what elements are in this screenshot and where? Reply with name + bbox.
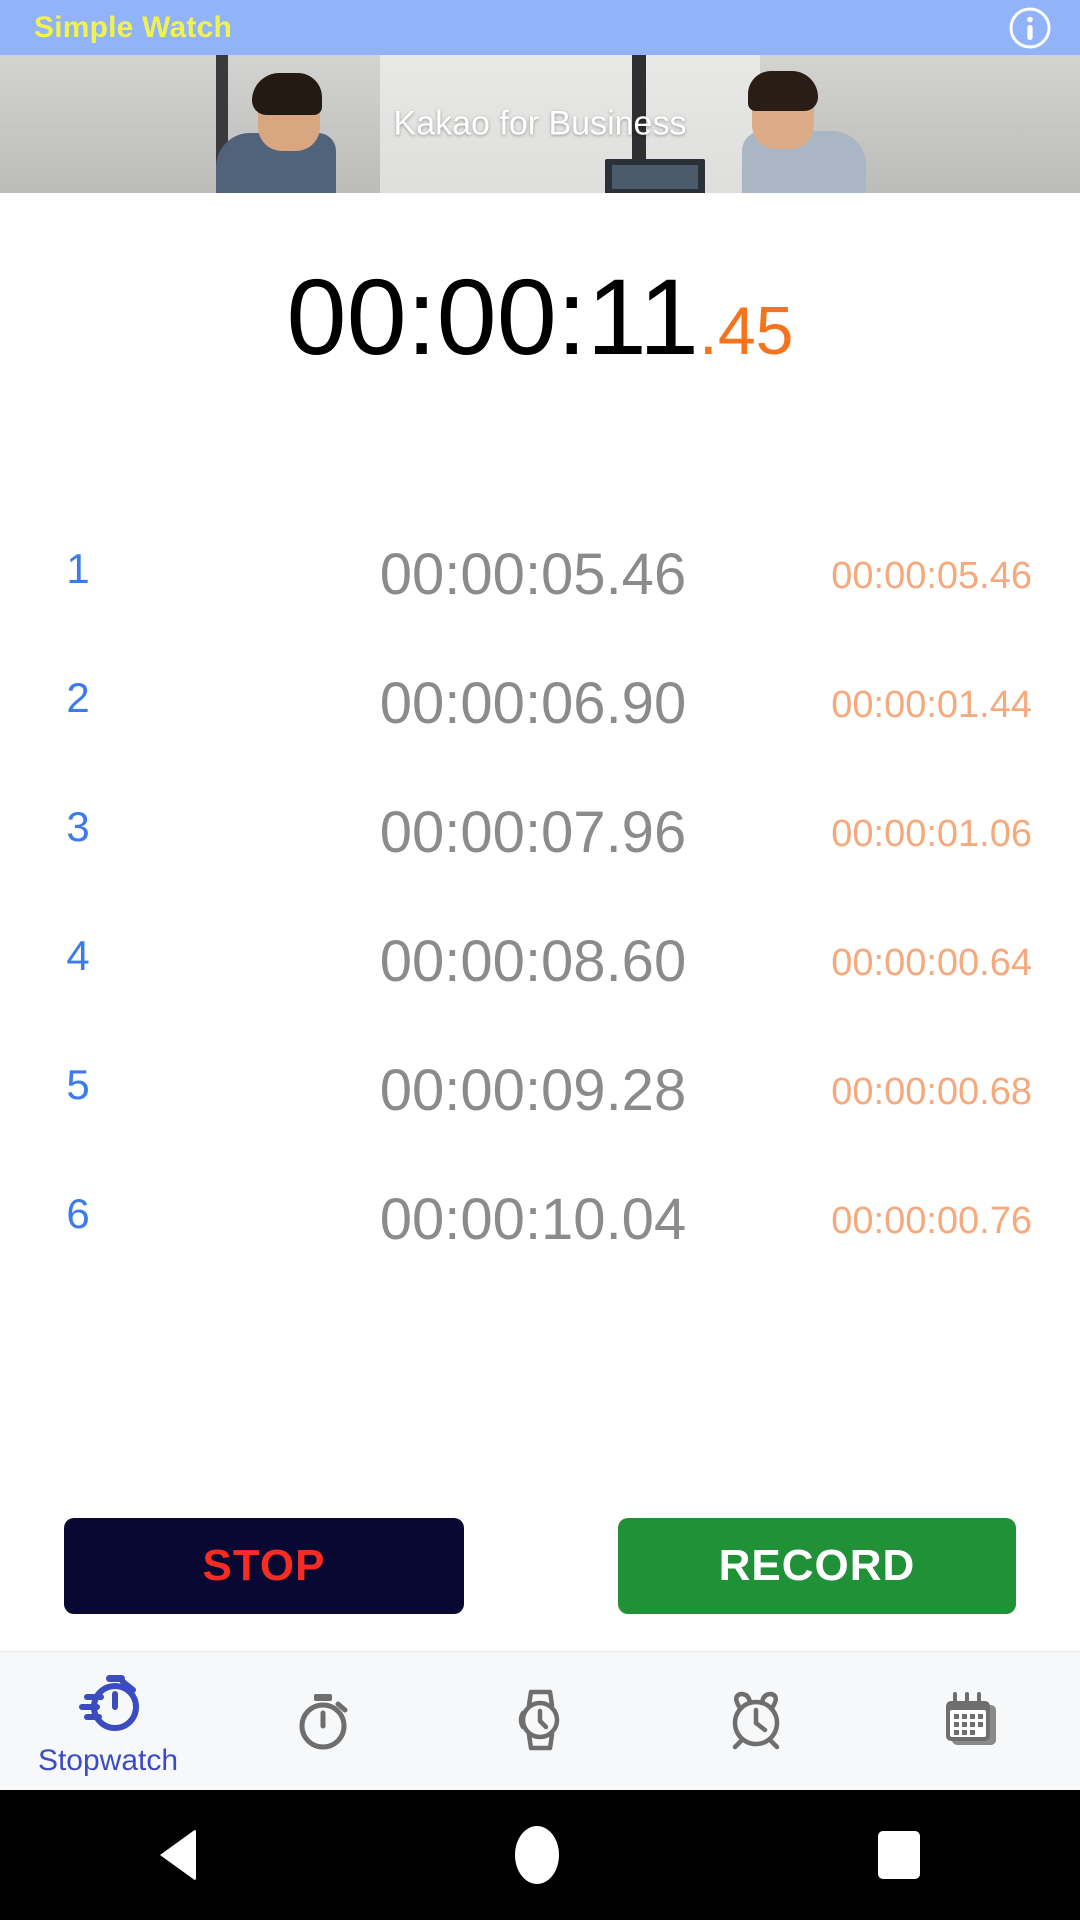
elapsed-time-fraction: .45 — [698, 293, 794, 369]
system-navigation-bar — [0, 1790, 1080, 1920]
nav-item-alarm[interactable] — [648, 1652, 864, 1791]
lap-split-time: 00:00:01.06 — [831, 813, 1032, 855]
bottom-navigation: Stopwatch — [0, 1651, 1080, 1790]
elapsed-time-display: 00:00:11.45 — [0, 262, 1080, 386]
back-triangle-icon[interactable] — [159, 1829, 196, 1881]
recents-square-icon[interactable] — [878, 1831, 921, 1879]
ad-banner[interactable]: Kakao for Business — [0, 55, 1080, 193]
nav-item-timer[interactable] — [216, 1652, 432, 1791]
lap-list: 1 00:00:05.46 00:00:05.46 2 00:00:06.90 … — [0, 542, 1080, 1319]
timer-icon — [287, 1683, 361, 1757]
elapsed-time-main: 00:00:11 — [286, 256, 699, 377]
calendar-icon — [935, 1683, 1009, 1757]
nav-item-watch[interactable] — [432, 1652, 648, 1791]
page-title: Simple Watch — [34, 10, 232, 44]
ad-laptop — [605, 159, 705, 193]
table-row[interactable]: 4 00:00:08.60 00:00:00.64 — [0, 929, 1080, 1061]
lap-split-time: 00:00:00.76 — [831, 1200, 1032, 1242]
wristwatch-icon — [503, 1683, 577, 1757]
table-row[interactable]: 5 00:00:09.28 00:00:00.68 — [0, 1058, 1080, 1190]
ad-headline: Kakao for Business — [393, 104, 687, 143]
stopwatch-icon — [71, 1666, 145, 1740]
title-bar: Simple Watch — [0, 0, 1080, 55]
lap-split-time: 00:00:05.46 — [831, 555, 1032, 597]
table-row[interactable]: 6 00:00:10.04 00:00:00.76 — [0, 1187, 1080, 1319]
alarm-clock-icon — [719, 1683, 793, 1757]
nav-item-calendar[interactable] — [864, 1652, 1080, 1791]
lap-split-time: 00:00:00.68 — [831, 1071, 1032, 1113]
info-icon[interactable] — [1008, 6, 1052, 50]
lap-split-time: 00:00:00.64 — [831, 942, 1032, 984]
table-row[interactable]: 3 00:00:07.96 00:00:01.06 — [0, 800, 1080, 932]
stop-button[interactable]: STOP — [64, 1518, 464, 1614]
table-row[interactable]: 2 00:00:06.90 00:00:01.44 — [0, 671, 1080, 803]
nav-item-stopwatch[interactable]: Stopwatch — [0, 1652, 216, 1791]
record-button[interactable]: RECORD — [618, 1518, 1016, 1614]
table-row[interactable]: 1 00:00:05.46 00:00:05.46 — [0, 542, 1080, 674]
app-screen: Simple Watch Kakao for Business 00:00:11… — [0, 0, 1080, 1920]
nav-item-label: Stopwatch — [37, 1743, 179, 1777]
lap-split-time: 00:00:01.44 — [831, 684, 1032, 726]
action-button-bar: STOP RECORD — [0, 1518, 1080, 1658]
home-circle-icon[interactable] — [514, 1826, 559, 1884]
